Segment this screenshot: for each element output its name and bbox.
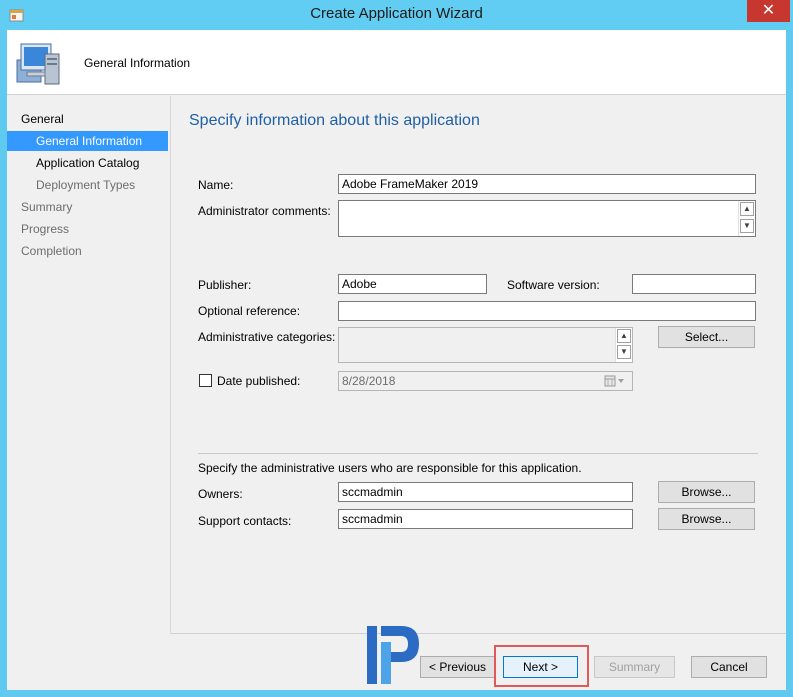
admin-categories-scrollbar[interactable]: ▲ ▼	[615, 328, 632, 362]
admin-comments-label: Administrator comments:	[198, 204, 331, 218]
software-version-input[interactable]	[632, 274, 756, 294]
publisher-input[interactable]: Adobe	[338, 274, 487, 294]
wizard-header: General Information	[7, 30, 786, 95]
page-heading: Specify information about this applicati…	[189, 112, 480, 129]
close-icon[interactable]: ✕	[747, 0, 790, 22]
nav-item-progress[interactable]: Progress	[7, 219, 168, 239]
admin-categories-list[interactable]	[338, 327, 633, 363]
logo-watermark-icon	[367, 626, 419, 684]
support-contacts-input[interactable]: sccmadmin	[338, 509, 633, 529]
select-button[interactable]: Select...	[658, 326, 755, 348]
footer-divider	[170, 633, 786, 634]
owners-input[interactable]: sccmadmin	[338, 482, 633, 502]
support-browse-button[interactable]: Browse...	[658, 508, 755, 530]
admin-comments-input[interactable]	[338, 200, 756, 237]
optional-reference-label: Optional reference:	[198, 304, 301, 318]
title-bar[interactable]: Create Application Wizard ✕	[0, 0, 793, 30]
admin-categories-label: Administrative categories:	[198, 330, 336, 344]
name-label: Name:	[198, 178, 234, 192]
section-divider	[198, 453, 758, 454]
date-published-input[interactable]: 8/28/2018	[338, 371, 633, 391]
calendar-dropdown-icon[interactable]	[603, 374, 629, 388]
cancel-button[interactable]: Cancel	[691, 656, 767, 678]
wizard-client-area: General Information General General Info…	[7, 30, 786, 690]
next-button-highlight	[494, 645, 589, 687]
nav-item-general[interactable]: General	[7, 109, 168, 129]
date-published-checkbox[interactable]	[199, 374, 212, 387]
scroll-down-icon[interactable]: ▼	[617, 345, 631, 359]
previous-button[interactable]: < Previous	[420, 656, 495, 678]
nav-item-general-information[interactable]: General Information	[7, 131, 168, 151]
summary-button[interactable]: Summary	[594, 656, 675, 678]
name-input[interactable]: Adobe FrameMaker 2019	[338, 174, 756, 194]
header-title: General Information	[84, 56, 191, 70]
support-contacts-label: Support contacts:	[198, 514, 292, 528]
nav-item-deployment-types[interactable]: Deployment Types	[7, 175, 168, 195]
owners-label: Owners:	[198, 487, 243, 501]
publisher-label: Publisher:	[198, 278, 252, 292]
nav-item-completion[interactable]: Completion	[7, 241, 168, 261]
scroll-up-icon[interactable]: ▲	[617, 329, 631, 343]
computer-icon	[16, 43, 60, 85]
scroll-up-icon[interactable]: ▲	[740, 202, 754, 216]
form-panel: Specify information about this applicati…	[170, 96, 786, 633]
software-version-label: Software version:	[507, 278, 600, 292]
optional-reference-input[interactable]	[338, 301, 756, 321]
scroll-down-icon[interactable]: ▼	[740, 219, 754, 233]
wizard-nav: General General Information Application …	[7, 96, 170, 690]
window-title: Create Application Wizard	[310, 5, 483, 22]
admin-users-description: Specify the administrative users who are…	[198, 461, 582, 475]
owners-browse-button[interactable]: Browse...	[658, 481, 755, 503]
admin-comments-scrollbar[interactable]: ▲ ▼	[738, 201, 755, 236]
wizard-window: Create Application Wizard ✕ General Info…	[0, 0, 793, 697]
nav-item-application-catalog[interactable]: Application Catalog	[7, 153, 168, 173]
date-published-label: Date published:	[217, 374, 301, 388]
nav-item-summary[interactable]: Summary	[7, 197, 168, 217]
